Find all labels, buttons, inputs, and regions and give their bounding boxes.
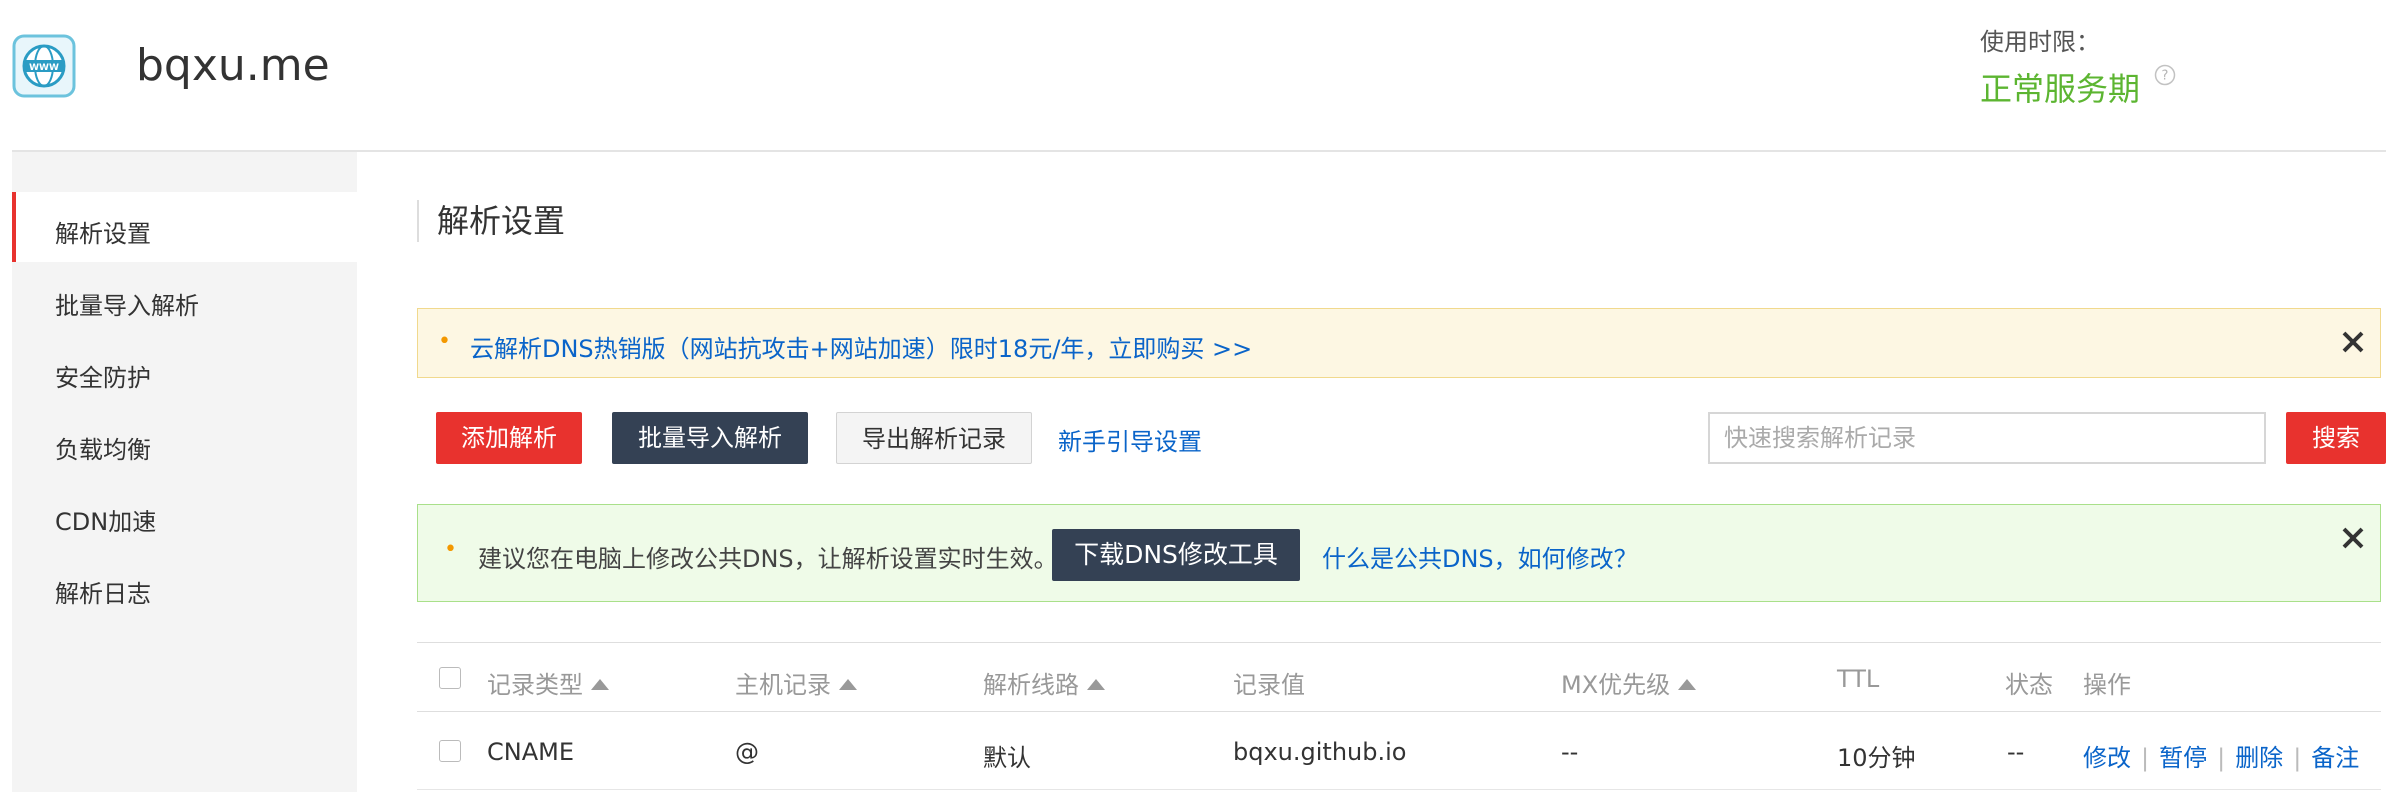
cell-host: @ (735, 738, 759, 766)
cell-record-type: CNAME (487, 738, 574, 766)
sort-asc-icon (839, 679, 857, 690)
sidebar: 解析设置 批量导入解析 安全防护 负载均衡 CDN加速 解析日志 (12, 152, 357, 792)
search-button[interactable]: 搜索 (2286, 412, 2386, 464)
help-icon[interactable]: ? (2154, 64, 2176, 86)
header-status: 状态 (2005, 671, 2053, 699)
add-record-button[interactable]: 添加解析 (436, 412, 582, 464)
header-value: 记录值 (1233, 671, 1305, 699)
sidebar-item-dns-log[interactable]: 解析日志 (12, 552, 357, 622)
header-operations: 操作 (2083, 671, 2131, 699)
bullet-dot: • (438, 329, 451, 354)
header-line[interactable]: 解析线路 (983, 665, 1105, 700)
bullet-dot: • (444, 537, 457, 562)
edit-link[interactable]: 修改 (2083, 744, 2131, 772)
sidebar-item-security[interactable]: 安全防护 (12, 336, 357, 406)
public-dns-tip-banner: • 建议您在电脑上修改公共DNS，让解析设置实时生效。 下载DNS修改工具 什么… (417, 504, 2381, 602)
sort-asc-icon (1678, 679, 1697, 690)
header-host[interactable]: 主机记录 (735, 665, 857, 700)
service-term-status: 正常服务期 (1980, 70, 2141, 108)
sidebar-item-label: 解析日志 (55, 580, 151, 608)
header-record-type[interactable]: 记录类型 (487, 665, 609, 700)
cell-mx-priority: -- (1561, 738, 1579, 766)
sort-asc-icon (1087, 679, 1105, 690)
cell-ttl: 10分钟 (1837, 744, 1916, 772)
cell-status: -- (2007, 738, 2025, 766)
sidebar-item-label: 安全防护 (55, 364, 151, 392)
header-ttl: TTL (1837, 665, 1880, 693)
download-dns-tool-button[interactable]: 下载DNS修改工具 (1052, 529, 1300, 581)
promo-link[interactable]: 云解析DNS热销版（网站抗攻击+网站加速）限时18元/年，立即购买 >> (470, 329, 1252, 364)
sidebar-item-load-balancing[interactable]: 负载均衡 (12, 408, 357, 478)
sidebar-item-label: 批量导入解析 (55, 292, 199, 320)
sidebar-item-label: 负载均衡 (55, 436, 151, 464)
sidebar-item-batch-import[interactable]: 批量导入解析 (12, 264, 357, 334)
cell-operations: 修改 | 暂停 | 删除 | 备注 (2083, 738, 2359, 773)
row-checkbox[interactable] (439, 740, 461, 762)
close-icon[interactable] (2340, 525, 2366, 551)
select-all-checkbox[interactable] (439, 667, 461, 689)
tip-text: 建议您在电脑上修改公共DNS，让解析设置实时生效。 (478, 545, 1058, 573)
table-row: CNAME @ 默认 bqxu.github.io -- 10分钟 -- 修改 |… (417, 712, 2381, 790)
main-content: 解析设置 • 云解析DNS热销版（网站抗攻击+网站加速）限时18元/年，立即购买… (357, 152, 2398, 792)
page-header: WWW bqxu.me 使用时限： 正常服务期 ? (0, 0, 2398, 150)
separator: | (2293, 744, 2302, 772)
sidebar-item-label: CDN加速 (55, 508, 157, 536)
public-dns-help-link[interactable]: 什么是公共DNS，如何修改？ (1322, 539, 1638, 574)
delete-link[interactable]: 删除 (2235, 744, 2283, 772)
svg-text:WWW: WWW (29, 63, 59, 73)
export-records-button[interactable]: 导出解析记录 (836, 412, 1032, 464)
close-icon[interactable] (2340, 329, 2366, 355)
batch-import-button[interactable]: 批量导入解析 (612, 412, 808, 464)
separator: | (2141, 744, 2150, 772)
separator: | (2217, 744, 2226, 772)
service-term-label: 使用时限： (1980, 28, 2100, 56)
page-title: 解析设置 (417, 200, 565, 242)
remark-link[interactable]: 备注 (2311, 744, 2359, 772)
svg-text:?: ? (2162, 69, 2169, 84)
beginner-guide-link[interactable]: 新手引导设置 (1058, 422, 1202, 457)
search-input[interactable]: 快速搜索解析记录 (1708, 412, 2266, 464)
pause-link[interactable]: 暂停 (2159, 744, 2207, 772)
sidebar-item-cdn[interactable]: CDN加速 (12, 480, 357, 550)
header-mx-priority[interactable]: MX优先级 (1561, 665, 1697, 700)
promo-banner: • 云解析DNS热销版（网站抗攻击+网站加速）限时18元/年，立即购买 >> (417, 308, 2381, 378)
www-globe-icon: WWW (12, 34, 76, 98)
cell-line: 默认 (983, 744, 1031, 772)
sort-asc-icon (591, 679, 609, 690)
domain-title: bqxu.me (136, 40, 330, 91)
sidebar-item-dns-settings[interactable]: 解析设置 (12, 192, 357, 262)
table-header: 记录类型 主机记录 解析线路 记录值 MX优先级 TTL 状态 操作 (417, 642, 2381, 712)
sidebar-item-label: 解析设置 (55, 220, 151, 248)
cell-value: bqxu.github.io (1233, 738, 1407, 766)
